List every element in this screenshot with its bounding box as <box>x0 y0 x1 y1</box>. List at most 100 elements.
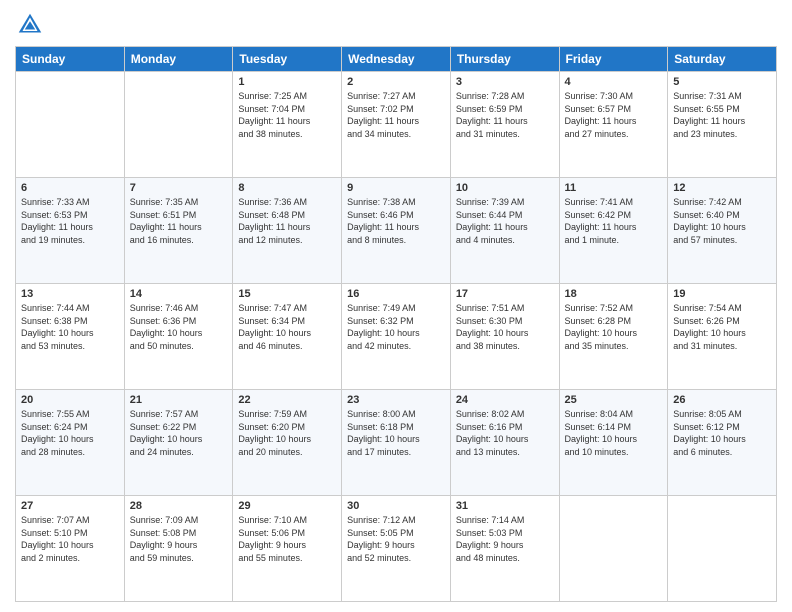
calendar-cell: 8Sunrise: 7:36 AM Sunset: 6:48 PM Daylig… <box>233 178 342 284</box>
weekday-header-wednesday: Wednesday <box>342 47 451 72</box>
day-number: 11 <box>565 182 663 194</box>
day-info: Sunrise: 7:38 AM Sunset: 6:46 PM Dayligh… <box>347 196 445 246</box>
day-number: 25 <box>565 394 663 406</box>
calendar-cell: 15 Sunrise: 7:47 AM Sunset: 6:34 PM Dayli… <box>233 284 342 390</box>
calendar-cell: 6 Sunrise: 7:33 AM Sunset: 6:53 PM Daylig… <box>16 178 125 284</box>
header <box>15 10 777 40</box>
calendar-cell: 24 Sunrise: 8:02 AM Sunset: 6:16 PM Dayli… <box>450 390 559 496</box>
day-number: 15 <box>238 288 336 300</box>
day-info: Sunrise: 7:52 AM Sunset: 6:28 PM Dayligh… <box>565 302 663 352</box>
day-number: 18 <box>565 288 663 300</box>
calendar-cell: 1 Sunrise: 7:25 AM Sunset: 7:04 PM Daylig… <box>233 72 342 178</box>
calendar-week-2: 6 Sunrise: 7:33 AM Sunset: 6:53 PM Daylig… <box>16 178 777 284</box>
day-info: Sunrise: 7:54 AM Sunset: 6:26 PM Dayligh… <box>673 302 771 352</box>
calendar-body: 1 Sunrise: 7:25 AM Sunset: 7:04 PM Daylig… <box>16 72 777 602</box>
weekday-header-sunday: Sunday <box>16 47 125 72</box>
weekday-header-friday: Friday <box>559 47 668 72</box>
day-info: Sunrise: 7:49 AM Sunset: 6:32 PM Dayligh… <box>347 302 445 352</box>
calendar-cell: 19 Sunrise: 7:54 AM Sunset: 6:26 PM Dayli… <box>668 284 777 390</box>
day-number: 19 <box>673 288 771 300</box>
day-number: 13 <box>21 288 119 300</box>
calendar-cell: 4 Sunrise: 7:30 AM Sunset: 6:57 PM Daylig… <box>559 72 668 178</box>
day-info: Sunrise: 7:51 AM Sunset: 6:30 PM Dayligh… <box>456 302 554 352</box>
day-number: 21 <box>130 394 228 406</box>
day-number: 31 <box>456 500 554 512</box>
weekday-header-tuesday: Tuesday <box>233 47 342 72</box>
day-info: Sunrise: 7:27 AM Sunset: 7:02 PM Dayligh… <box>347 90 445 140</box>
calendar-cell: 7Sunrise: 7:35 AM Sunset: 6:51 PM Daylig… <box>124 178 233 284</box>
day-number: 22 <box>238 394 336 406</box>
calendar-cell: 22 Sunrise: 7:59 AM Sunset: 6:20 PM Dayli… <box>233 390 342 496</box>
calendar-cell: 18 Sunrise: 7:52 AM Sunset: 6:28 PM Dayli… <box>559 284 668 390</box>
logo-icon <box>15 10 45 40</box>
calendar-cell: 9 Sunrise: 7:38 AM Sunset: 6:46 PM Daylig… <box>342 178 451 284</box>
calendar-cell: 5 Sunrise: 7:31 AM Sunset: 6:55 PM Daylig… <box>668 72 777 178</box>
calendar-cell: 30 Sunrise: 7:12 AM Sunset: 5:05 PM Dayli… <box>342 496 451 602</box>
day-info: Sunrise: 7:44 AM Sunset: 6:38 PM Dayligh… <box>21 302 119 352</box>
day-info: Sunrise: 7:41 AM Sunset: 6:42 PM Dayligh… <box>565 196 663 246</box>
calendar-cell: 3 Sunrise: 7:28 AM Sunset: 6:59 PM Daylig… <box>450 72 559 178</box>
weekday-header-monday: Monday <box>124 47 233 72</box>
calendar-cell: 20 Sunrise: 7:55 AM Sunset: 6:24 PM Dayli… <box>16 390 125 496</box>
day-number: 20 <box>21 394 119 406</box>
day-info: Sunrise: 7:59 AM Sunset: 6:20 PM Dayligh… <box>238 408 336 458</box>
calendar-cell: 21Sunrise: 7:57 AM Sunset: 6:22 PM Dayli… <box>124 390 233 496</box>
calendar-cell: 31 Sunrise: 7:14 AM Sunset: 5:03 PM Dayli… <box>450 496 559 602</box>
day-info: Sunrise: 7:28 AM Sunset: 6:59 PM Dayligh… <box>456 90 554 140</box>
day-info: Sunrise: 8:00 AM Sunset: 6:18 PM Dayligh… <box>347 408 445 458</box>
day-info: Sunrise: 7:07 AM Sunset: 5:10 PM Dayligh… <box>21 514 119 564</box>
calendar-cell: 27 Sunrise: 7:07 AM Sunset: 5:10 PM Dayli… <box>16 496 125 602</box>
calendar-cell: 16 Sunrise: 7:49 AM Sunset: 6:32 PM Dayli… <box>342 284 451 390</box>
day-info: Sunrise: 7:36 AM Sunset: 6:48 PM Dayligh… <box>238 196 336 246</box>
day-info: Sunrise: 7:31 AM Sunset: 6:55 PM Dayligh… <box>673 90 771 140</box>
calendar-cell: 11 Sunrise: 7:41 AM Sunset: 6:42 PM Dayli… <box>559 178 668 284</box>
day-info: Sunrise: 7:12 AM Sunset: 5:05 PM Dayligh… <box>347 514 445 564</box>
day-number: 26 <box>673 394 771 406</box>
day-number: 6 <box>21 182 119 194</box>
weekday-row: SundayMondayTuesdayWednesdayThursdayFrid… <box>16 47 777 72</box>
day-info: Sunrise: 8:05 AM Sunset: 6:12 PM Dayligh… <box>673 408 771 458</box>
day-number: 12 <box>673 182 771 194</box>
day-info: Sunrise: 7:33 AM Sunset: 6:53 PM Dayligh… <box>21 196 119 246</box>
day-number: 17 <box>456 288 554 300</box>
calendar-cell <box>16 72 125 178</box>
calendar-cell: 17 Sunrise: 7:51 AM Sunset: 6:30 PM Dayli… <box>450 284 559 390</box>
day-number: 27 <box>21 500 119 512</box>
calendar-week-4: 20 Sunrise: 7:55 AM Sunset: 6:24 PM Dayli… <box>16 390 777 496</box>
day-number: 30 <box>347 500 445 512</box>
day-number: 28 <box>130 500 228 512</box>
calendar-week-5: 27 Sunrise: 7:07 AM Sunset: 5:10 PM Dayli… <box>16 496 777 602</box>
calendar: SundayMondayTuesdayWednesdayThursdayFrid… <box>15 46 777 602</box>
day-info: Sunrise: 7:55 AM Sunset: 6:24 PM Dayligh… <box>21 408 119 458</box>
calendar-cell: 26 Sunrise: 8:05 AM Sunset: 6:12 PM Dayli… <box>668 390 777 496</box>
day-number: 9 <box>347 182 445 194</box>
calendar-cell: 12 Sunrise: 7:42 AM Sunset: 6:40 PM Dayli… <box>668 178 777 284</box>
day-info: Sunrise: 7:46 AM Sunset: 6:36 PM Dayligh… <box>130 302 228 352</box>
calendar-week-3: 13 Sunrise: 7:44 AM Sunset: 6:38 PM Dayli… <box>16 284 777 390</box>
day-number: 29 <box>238 500 336 512</box>
day-info: Sunrise: 7:14 AM Sunset: 5:03 PM Dayligh… <box>456 514 554 564</box>
day-number: 16 <box>347 288 445 300</box>
day-number: 5 <box>673 76 771 88</box>
calendar-cell: 25 Sunrise: 8:04 AM Sunset: 6:14 PM Dayli… <box>559 390 668 496</box>
day-info: Sunrise: 7:42 AM Sunset: 6:40 PM Dayligh… <box>673 196 771 246</box>
day-number: 2 <box>347 76 445 88</box>
day-number: 1 <box>238 76 336 88</box>
weekday-header-thursday: Thursday <box>450 47 559 72</box>
calendar-cell: 29 Sunrise: 7:10 AM Sunset: 5:06 PM Dayli… <box>233 496 342 602</box>
calendar-cell: 23Sunrise: 8:00 AM Sunset: 6:18 PM Dayli… <box>342 390 451 496</box>
day-info: Sunrise: 7:25 AM Sunset: 7:04 PM Dayligh… <box>238 90 336 140</box>
calendar-week-1: 1 Sunrise: 7:25 AM Sunset: 7:04 PM Daylig… <box>16 72 777 178</box>
day-number: 14 <box>130 288 228 300</box>
day-number: 3 <box>456 76 554 88</box>
day-number: 24 <box>456 394 554 406</box>
day-number: 4 <box>565 76 663 88</box>
day-info: Sunrise: 7:30 AM Sunset: 6:57 PM Dayligh… <box>565 90 663 140</box>
day-info: Sunrise: 7:35 AM Sunset: 6:51 PM Dayligh… <box>130 196 228 246</box>
day-info: Sunrise: 7:47 AM Sunset: 6:34 PM Dayligh… <box>238 302 336 352</box>
calendar-cell: 28Sunrise: 7:09 AM Sunset: 5:08 PM Dayli… <box>124 496 233 602</box>
day-info: Sunrise: 8:04 AM Sunset: 6:14 PM Dayligh… <box>565 408 663 458</box>
day-info: Sunrise: 8:02 AM Sunset: 6:16 PM Dayligh… <box>456 408 554 458</box>
calendar-header: SundayMondayTuesdayWednesdayThursdayFrid… <box>16 47 777 72</box>
day-info: Sunrise: 7:10 AM Sunset: 5:06 PM Dayligh… <box>238 514 336 564</box>
